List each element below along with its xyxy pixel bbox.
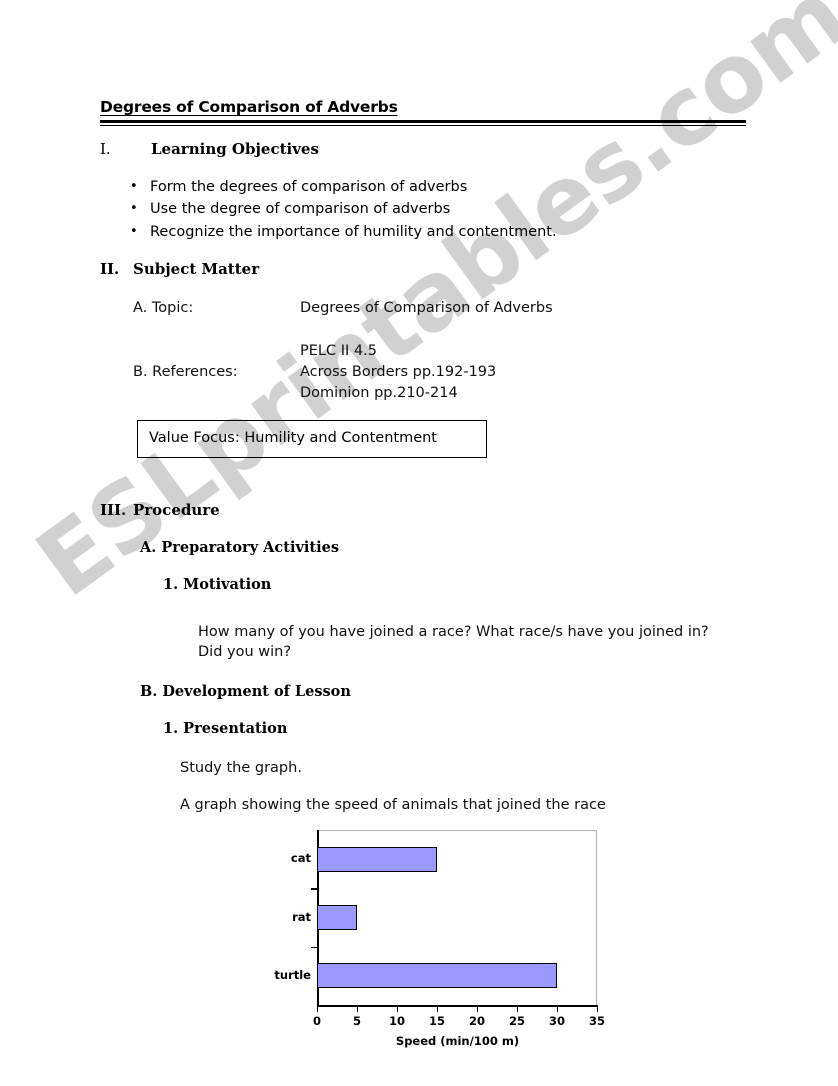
chart-bar [317,963,557,989]
chart-bar [317,905,357,930]
chart-category-label: cat [290,851,311,866]
chart-x-tick-label: 35 [588,1014,606,1028]
section-heading-learning-objectives: Learning Objectives [151,140,319,158]
list-item: Recognize the importance of humility and… [130,221,710,244]
subsection-presentation: 1. Presentation [163,720,288,737]
chart-x-tick [397,1006,399,1012]
section-numeral-i: I. [100,140,111,158]
chart-x-tick [317,1006,319,1012]
list-item: Use the degree of comparison of adverbs [130,198,710,221]
chart-x-tick [357,1006,359,1012]
header-rule-thin [100,125,746,126]
learning-objectives-list: Form the degrees of comparison of adverb… [128,176,710,243]
header-rule-thick [100,120,746,123]
subsection-development-of-lesson: B. Development of Lesson [140,683,351,700]
subsection-motivation: 1. Motivation [163,576,272,593]
chart-x-tick-label: 20 [468,1014,486,1028]
chart-x-tick-label: 0 [312,1014,322,1028]
chart-x-tick [597,1006,599,1012]
reference-line-2: Across Borders pp.192-193 [300,364,497,380]
graph-caption: A graph showing the speed of animals tha… [180,797,606,813]
document-page: Degrees of Comparison of Adverbs I. Lear… [0,0,838,1086]
section-numeral-iii: III. [100,501,127,519]
reference-line-1: PELC II 4.5 [300,343,377,359]
chart-x-tick-label: 5 [352,1014,362,1028]
chart-y-tick [311,888,317,890]
speed-bar-chart: cat rat turtle 0 5 10 15 20 25 30 35 Speed (min/1… [262,828,607,1048]
subsection-preparatory-activities: A. Preparatory Activities [140,539,339,556]
chart-y-tick [311,946,317,949]
chart-category-label: rat [292,909,311,924]
topic-value: Degrees of Comparison of Adverbs [300,300,553,316]
chart-x-tick [477,1006,479,1012]
chart-x-tick [557,1006,559,1012]
list-item: Form the degrees of comparison of adverb… [130,176,710,199]
section-heading-subject-matter: Subject Matter [133,260,260,278]
references-label: B. References: [133,364,238,380]
chart-x-tick [437,1006,439,1012]
value-focus-text: Value Focus: Humility and Contentment [149,430,437,446]
topic-label: A. Topic: [133,300,194,316]
value-focus-box: Value Focus: Humility and Contentment [137,420,487,458]
chart-x-axis [317,1005,598,1007]
motivation-line-2: Did you win? [198,644,292,660]
chart-x-tick-label: 15 [428,1014,446,1028]
chart-x-tick-label: 10 [388,1014,406,1028]
chart-x-tick-label: 25 [508,1014,526,1028]
chart-bar [317,846,437,872]
page-title: Degrees of Comparison of Adverbs [100,98,398,116]
reference-line-3: Dominion pp.210-214 [300,385,458,401]
section-heading-procedure: Procedure [133,501,220,519]
motivation-line-1: How many of you have joined a race? What… [198,624,709,640]
chart-x-axis-title: Speed (min/100 m) [395,1034,520,1048]
chart-x-tick-label: 30 [548,1014,566,1028]
chart-category-label: turtle [274,967,311,982]
chart-x-tick [517,1006,519,1012]
section-numeral-ii: II. [100,260,120,278]
study-the-graph-text: Study the graph. [180,760,302,776]
